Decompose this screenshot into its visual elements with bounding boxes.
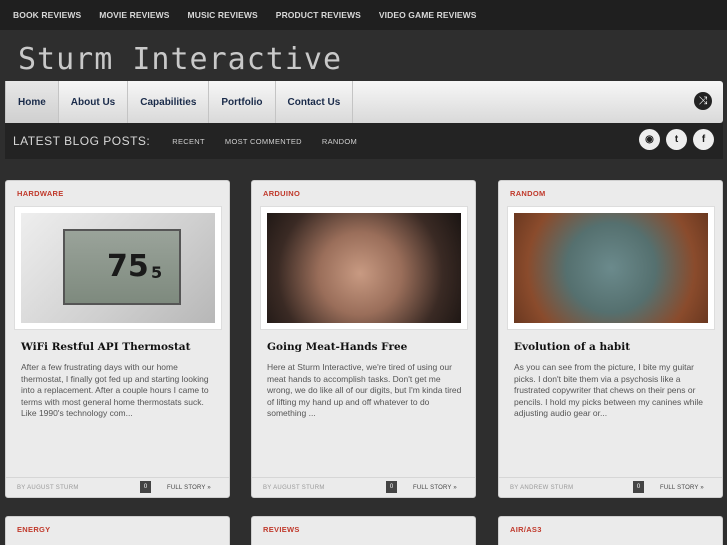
post-image[interactable]: 75 5 bbox=[14, 206, 222, 330]
topnav-movie-reviews[interactable]: MOVIE REVIEWS bbox=[99, 10, 169, 20]
post-footer: BY AUGUST STURM 0 FULL STORY » bbox=[6, 477, 229, 497]
latest-posts-title: LATEST BLOG POSTS: bbox=[13, 134, 151, 148]
post-excerpt: After a few frustrating days with our ho… bbox=[21, 362, 209, 418]
guitar-picks-photo bbox=[514, 213, 708, 323]
post-title[interactable]: Going Meat-Hands Free bbox=[267, 341, 407, 353]
site-logo[interactable]: Sturm Interactive bbox=[18, 42, 342, 77]
comment-count-icon[interactable]: 0 bbox=[386, 481, 397, 493]
filter-random[interactable]: RANDOM bbox=[322, 137, 357, 146]
topnav-product-reviews[interactable]: PRODUCT REVIEWS bbox=[276, 10, 361, 20]
post-card: ENERGY bbox=[5, 516, 230, 545]
nav-contact-us[interactable]: Contact Us bbox=[276, 81, 354, 123]
post-title[interactable]: WiFi Restful API Thermostat bbox=[21, 341, 190, 353]
full-story-link[interactable]: FULL STORY » bbox=[660, 485, 704, 491]
nav-capabilities[interactable]: Capabilities bbox=[128, 81, 210, 123]
shuffle-icon[interactable]: ⤨ bbox=[694, 92, 712, 110]
facebook-icon[interactable]: f bbox=[693, 129, 714, 150]
post-image[interactable] bbox=[507, 206, 715, 330]
post-title[interactable]: Evolution of a habit bbox=[514, 341, 630, 353]
post-excerpt: Here at Sturm Interactive, we're tired o… bbox=[267, 362, 462, 418]
post-image[interactable] bbox=[260, 206, 468, 330]
thermostat-screen: 75 5 bbox=[63, 229, 181, 305]
post-card: REVIEWS bbox=[251, 516, 476, 545]
comment-count-icon[interactable]: 0 bbox=[140, 481, 151, 493]
post-category[interactable]: ARDUINO bbox=[263, 189, 300, 198]
post-footer: BY ANDREW STURM 0 FULL STORY » bbox=[499, 477, 722, 497]
nav-portfolio[interactable]: Portfolio bbox=[209, 81, 276, 123]
full-story-link[interactable]: FULL STORY » bbox=[167, 485, 211, 491]
rss-icon[interactable]: ◉ bbox=[639, 129, 660, 150]
post-footer: BY AUGUST STURM 0 FULL STORY » bbox=[252, 477, 475, 497]
full-story-link[interactable]: FULL STORY » bbox=[413, 485, 457, 491]
twitter-icon[interactable]: t bbox=[666, 129, 687, 150]
thermostat-image: 75 5 bbox=[21, 213, 215, 323]
post-author: BY AUGUST STURM bbox=[263, 484, 325, 491]
top-category-nav: BOOK REVIEWS MOVIE REVIEWS MUSIC REVIEWS… bbox=[0, 0, 727, 30]
latest-posts-bar: LATEST BLOG POSTS: RECENT MOST COMMENTED… bbox=[5, 123, 723, 159]
topnav-book-reviews[interactable]: BOOK REVIEWS bbox=[13, 10, 81, 20]
headset-photo bbox=[267, 213, 461, 323]
post-category[interactable]: REVIEWS bbox=[263, 525, 300, 534]
post-card: HARDWARE 75 5 WiFi Restful API Thermosta… bbox=[5, 180, 230, 498]
post-category[interactable]: RANDOM bbox=[510, 189, 546, 198]
topnav-video-game-reviews[interactable]: VIDEO GAME REVIEWS bbox=[379, 10, 477, 20]
post-category[interactable]: ENERGY bbox=[17, 525, 50, 534]
nav-home[interactable]: Home bbox=[5, 81, 59, 123]
post-card: AIR/AS3 bbox=[498, 516, 723, 545]
post-excerpt: As you can see from the picture, I bite … bbox=[514, 362, 703, 418]
main-nav: Home About Us Capabilities Portfolio Con… bbox=[5, 81, 723, 123]
post-category[interactable]: AIR/AS3 bbox=[510, 525, 542, 534]
post-card: ARDUINO Going Meat-Hands Free Here at St… bbox=[251, 180, 476, 498]
filter-recent[interactable]: RECENT bbox=[172, 137, 205, 146]
filter-most-commented[interactable]: MOST COMMENTED bbox=[225, 137, 302, 146]
post-category[interactable]: HARDWARE bbox=[17, 189, 64, 198]
post-author: BY AUGUST STURM bbox=[17, 484, 79, 491]
social-links: ◉ t f bbox=[639, 129, 714, 150]
post-card: RANDOM Evolution of a habit As you can s… bbox=[498, 180, 723, 498]
nav-about-us[interactable]: About Us bbox=[59, 81, 129, 123]
post-author: BY ANDREW STURM bbox=[510, 484, 574, 491]
topnav-music-reviews[interactable]: MUSIC REVIEWS bbox=[188, 10, 258, 20]
comment-count-icon[interactable]: 0 bbox=[633, 481, 644, 493]
